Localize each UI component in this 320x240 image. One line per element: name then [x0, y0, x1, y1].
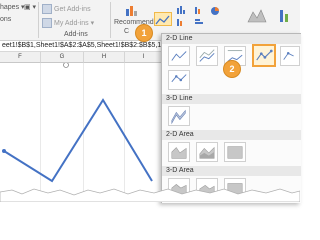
icons-button[interactable]: ons: [0, 16, 11, 23]
pivot-chart-icon[interactable]: [278, 4, 296, 26]
recommended-charts-svg: [126, 6, 137, 16]
stacked-area-icon[interactable]: [196, 142, 218, 162]
insert-line-chart-button[interactable]: [154, 12, 172, 26]
ribbon-separator: [110, 2, 111, 38]
addins-icon: [42, 18, 52, 28]
shapes-button[interactable]: hapes ▾: [0, 3, 25, 11]
column-header-f[interactable]: F: [0, 52, 41, 63]
line-with-markers-icon[interactable]: [252, 44, 276, 67]
section-header-2d-line: 2-D Line: [162, 34, 301, 44]
stacked-line-markers-icon[interactable]: [280, 46, 300, 66]
shapes-label: hapes: [0, 4, 20, 11]
callout-badge-1: 1: [135, 24, 153, 42]
line-chart-icon: [155, 15, 170, 25]
line-series: [3, 98, 153, 183]
line-chart[interactable]: [0, 63, 162, 202]
line-chart-icon[interactable]: [168, 46, 190, 66]
icons-label: ons: [0, 16, 12, 23]
my-addins-button[interactable]: My Add-ins ▾: [42, 18, 94, 28]
column-header-h[interactable]: H: [84, 52, 125, 63]
maps-svg: [247, 9, 267, 23]
data-point: [2, 149, 6, 153]
section-header-3d-line: 3-D Line: [162, 94, 301, 104]
chart-resize-handle[interactable]: [63, 63, 69, 68]
addins-group-label: Add-ins: [64, 31, 88, 38]
formula-text: eet1!$B$1,Sheet1!$A$2:$A$5,Sheet1!$B$2:$…: [2, 42, 164, 49]
stacked-line-chart-icon[interactable]: [196, 46, 218, 66]
column-header-g[interactable]: G: [41, 52, 84, 63]
area-chart-icon[interactable]: [168, 142, 190, 162]
get-addins-button[interactable]: Get Add-ins: [42, 4, 91, 14]
100-percent-stacked-area-icon[interactable]: [224, 142, 246, 162]
line-chart-gallery: 2-D Line 3-D Line 2-D Area 3-D Area: [161, 33, 301, 203]
recommended-charts-icon[interactable]: [125, 3, 139, 16]
charts-label-fragment: C: [124, 28, 130, 35]
chart-types-svg: [177, 6, 219, 26]
ribbon-separator: [38, 2, 39, 38]
screenshot-button[interactable]: ▣ ▾: [24, 3, 36, 11]
get-addins-label: Get Add-ins: [54, 5, 91, 13]
my-addins-label: My Add-ins: [54, 19, 89, 27]
maps-icon[interactable]: [245, 4, 269, 28]
callout-badge-2: 2: [223, 60, 241, 78]
3d-line-icon[interactable]: [168, 106, 190, 126]
100-percent-line-markers-icon[interactable]: [168, 70, 190, 90]
chevron-down-icon: ▾: [90, 20, 95, 27]
section-header-3d-area: 3-D Area: [162, 166, 301, 176]
pivot-chart-svg: [280, 10, 288, 22]
column-header-i[interactable]: I: [125, 52, 163, 63]
chart-type-icons[interactable]: [175, 4, 235, 30]
section-header-2d-area: 2-D Area: [162, 130, 301, 140]
torn-edge-decoration: [0, 188, 300, 202]
store-icon: [42, 4, 52, 14]
